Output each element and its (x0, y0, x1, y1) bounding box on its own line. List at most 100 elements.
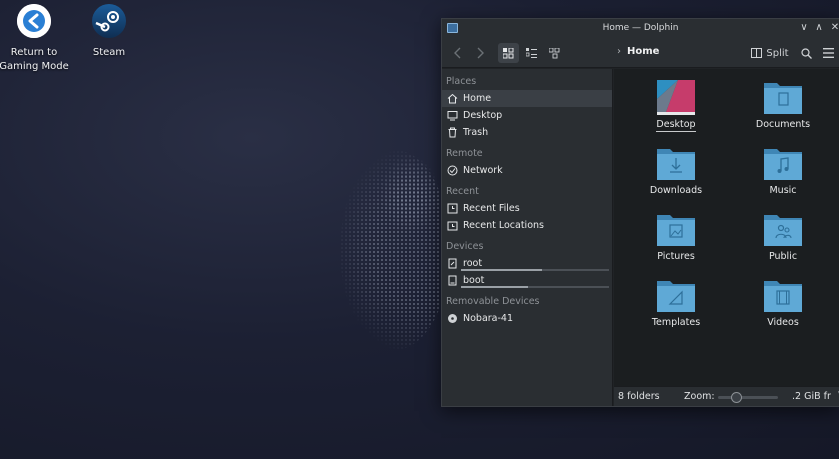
breadcrumb[interactable]: › Home (617, 46, 659, 57)
icons-view-icon (503, 47, 514, 58)
section-places: Places (446, 76, 477, 87)
hamburger-menu-icon (822, 48, 834, 58)
maximize-button[interactable]: ∧ (813, 22, 825, 34)
sidebar-item-recent-files[interactable]: Recent Files (442, 200, 612, 217)
folder-label: Documents (755, 119, 811, 130)
downloads-folder-icon (656, 145, 696, 181)
boot-usage-fill (461, 286, 528, 288)
section-devices: Devices (446, 241, 484, 252)
sidebar-item-label: Recent Locations (463, 220, 544, 231)
folder-pictures[interactable]: Pictures (631, 211, 721, 263)
folder-label: Downloads (649, 185, 703, 196)
folder-documents[interactable]: Documents (738, 79, 828, 131)
window-title: Home — Dolphin (602, 23, 679, 33)
dolphin-window[interactable]: Home — Dolphin ∨ ∧ ✕ › Home Split Places… (441, 18, 839, 407)
folder-downloads[interactable]: Downloads (631, 145, 721, 197)
sidebar-item-recent-locations[interactable]: Recent Locations (442, 217, 612, 234)
split-view-icon (751, 48, 763, 58)
music-folder-icon (763, 145, 803, 181)
drive-icon (447, 258, 458, 269)
desktop-icon (447, 110, 458, 121)
templates-folder-icon (656, 277, 696, 313)
sidebar-item-root[interactable]: root (442, 255, 612, 272)
zoom-slider-handle[interactable] (730, 392, 742, 403)
file-view[interactable]: Desktop Documents Downloads Music Pictur… (614, 69, 839, 386)
recent-locations-icon (447, 220, 458, 231)
details-view-icon (549, 47, 560, 58)
desktop-folder-icon (656, 79, 696, 115)
zoom-label: Zoom: (684, 391, 715, 402)
sidebar-item-label: Network (463, 165, 503, 176)
shortcut-label: Steam (92, 47, 126, 58)
toolbar: › Home Split (442, 38, 839, 68)
network-icon (447, 165, 458, 176)
folder-videos[interactable]: Videos (738, 277, 828, 329)
section-removable-devices: Removable Devices (446, 296, 540, 307)
recent-files-icon (447, 203, 458, 214)
breadcrumb-home[interactable]: Home (627, 46, 659, 57)
root-usage-bar (461, 269, 609, 271)
sidebar-item-home[interactable]: Home (442, 90, 612, 107)
folder-label: Pictures (657, 251, 695, 262)
folder-public[interactable]: Public (738, 211, 828, 263)
sidebar-item-label: Home (463, 93, 492, 104)
split-button[interactable]: Split (750, 43, 790, 63)
icons-view-button[interactable] (498, 43, 519, 63)
sidebar-item-desktop[interactable]: Desktop (442, 107, 612, 124)
back-button[interactable] (450, 43, 466, 63)
close-button[interactable]: ✕ (829, 22, 839, 34)
search-button[interactable] (798, 43, 814, 63)
shortcut-label: Gaming Mode (0, 61, 69, 72)
section-recent: Recent (446, 186, 479, 197)
steam-icon (92, 4, 126, 38)
hamburger-menu-button[interactable] (820, 43, 836, 63)
folder-label: Public (768, 251, 798, 262)
optical-disc-icon (447, 313, 458, 324)
steam-shortcut[interactable]: Steam (71, 4, 147, 60)
forward-button[interactable] (472, 43, 488, 63)
trash-icon (447, 127, 458, 138)
section-remote: Remote (446, 148, 483, 159)
folder-label: Videos (767, 317, 799, 328)
folder-count: 8 folders (618, 391, 660, 402)
compact-view-button[interactable] (521, 43, 542, 63)
boot-usage-bar (461, 286, 609, 288)
folder-label: Desktop (656, 119, 696, 132)
split-label: Split (766, 47, 789, 59)
folder-label: Templates (651, 317, 701, 328)
folder-label: Music (769, 185, 797, 196)
breadcrumb-chevron-icon: › (617, 46, 621, 57)
free-space: .2 GiB fr (792, 391, 831, 402)
public-folder-icon (763, 211, 803, 247)
title-bar[interactable]: Home — Dolphin ∨ ∧ ✕ (442, 19, 839, 38)
sidebar-item-trash[interactable]: Trash (442, 124, 612, 141)
sidebar-item-label: root (463, 258, 483, 269)
sidebar-item-nobara[interactable]: Nobara-41 (442, 310, 612, 327)
sidebar-item-label: Trash (463, 127, 489, 138)
places-panel: Places Home Desktop Trash Remote Network (442, 69, 613, 406)
folder-templates[interactable]: Templates (631, 277, 721, 329)
pictures-folder-icon (656, 211, 696, 247)
videos-folder-icon (763, 277, 803, 313)
root-usage-fill (461, 269, 543, 271)
home-icon (447, 93, 458, 104)
minimize-button[interactable]: ∨ (798, 22, 810, 34)
folder-music[interactable]: Music (738, 145, 828, 197)
return-to-gaming-mode-shortcut[interactable]: Return to Gaming Mode (0, 4, 72, 74)
documents-folder-icon (763, 79, 803, 115)
wallpaper-dots-accent (380, 155, 440, 235)
sidebar-item-network[interactable]: Network (442, 162, 612, 179)
drive-icon (447, 275, 458, 286)
sidebar-item-label: Nobara-41 (463, 313, 514, 324)
back-arrow-icon (454, 47, 461, 59)
compact-view-icon (526, 47, 537, 58)
sidebar-item-boot[interactable]: boot (442, 272, 612, 289)
return-arrow-icon (17, 4, 51, 38)
zoom-slider[interactable] (718, 392, 778, 403)
details-view-button[interactable] (544, 43, 565, 63)
folder-desktop[interactable]: Desktop (631, 79, 721, 132)
sidebar-item-label: Desktop (463, 110, 503, 121)
sidebar-item-label: boot (463, 275, 485, 286)
status-bar: 8 folders Zoom: .2 GiB fr ∨ (614, 386, 839, 406)
forward-arrow-icon (477, 47, 484, 59)
